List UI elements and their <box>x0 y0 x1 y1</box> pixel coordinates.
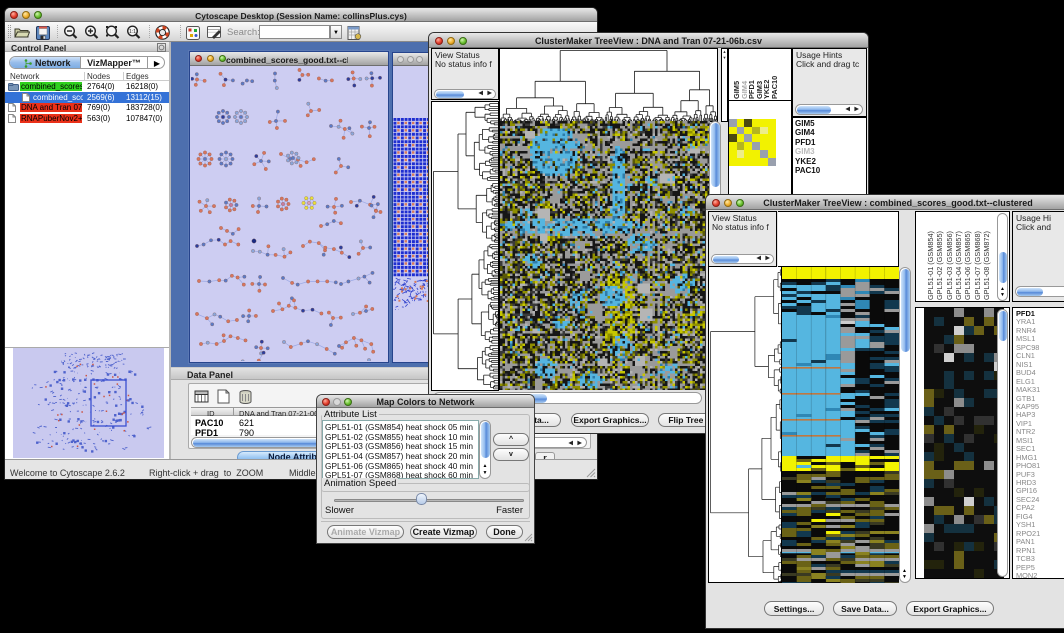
svg-text:1:1: 1:1 <box>129 29 136 35</box>
